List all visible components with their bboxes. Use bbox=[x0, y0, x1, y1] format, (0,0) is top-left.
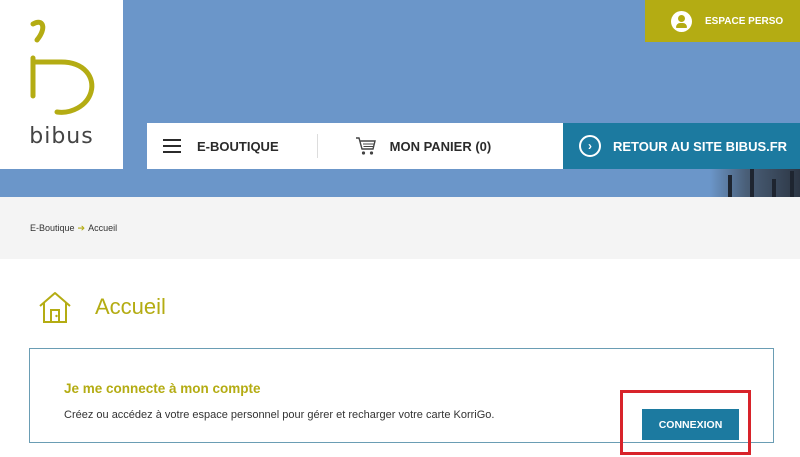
card-title: Je me connecte à mon compte bbox=[64, 381, 261, 396]
nav-panier[interactable]: MON PANIER (0) bbox=[355, 136, 492, 156]
retour-label: RETOUR AU SITE BIBUS.FR bbox=[613, 138, 788, 154]
highlight-box bbox=[620, 390, 751, 455]
breadcrumb-link-eboutique[interactable]: E-Boutique bbox=[30, 223, 75, 233]
breadcrumb: E-Boutique ➔ Accueil bbox=[30, 223, 117, 234]
logo[interactable]: bibus bbox=[0, 0, 123, 169]
espace-perso-label: ESPACE PERSO bbox=[705, 15, 784, 27]
cart-icon bbox=[355, 137, 376, 155]
espace-perso-button[interactable]: ESPACE PERSO bbox=[645, 0, 800, 42]
page-title: Accueil bbox=[95, 294, 166, 319]
nav-eboutique-label: E-BOUTIQUE bbox=[197, 138, 279, 154]
nav-divider bbox=[316, 134, 318, 158]
breadcrumb-bar: E-Boutique ➔ Accueil bbox=[0, 197, 800, 259]
hero-city-image bbox=[710, 167, 800, 197]
user-icon bbox=[671, 10, 692, 32]
home-icon bbox=[39, 292, 71, 323]
main-nav: E-BOUTIQUE MON PANIER (0) bbox=[147, 123, 563, 169]
breadcrumb-current: Accueil bbox=[88, 223, 118, 233]
page-header: Accueil bbox=[37, 290, 166, 324]
chevron-right-icon: › bbox=[579, 135, 601, 157]
nav-panier-label: MON PANIER (0) bbox=[389, 138, 492, 154]
nav-eboutique[interactable]: E-BOUTIQUE bbox=[147, 139, 279, 154]
menu-icon bbox=[163, 139, 181, 153]
retour-site-button[interactable]: › RETOUR AU SITE BIBUS.FR bbox=[563, 123, 800, 169]
logo-text: bibus bbox=[29, 124, 94, 149]
card-description: Créez ou accédez à votre espace personne… bbox=[64, 409, 495, 421]
breadcrumb-separator-icon: ➔ bbox=[77, 223, 86, 233]
logo-mark-icon bbox=[30, 19, 95, 115]
